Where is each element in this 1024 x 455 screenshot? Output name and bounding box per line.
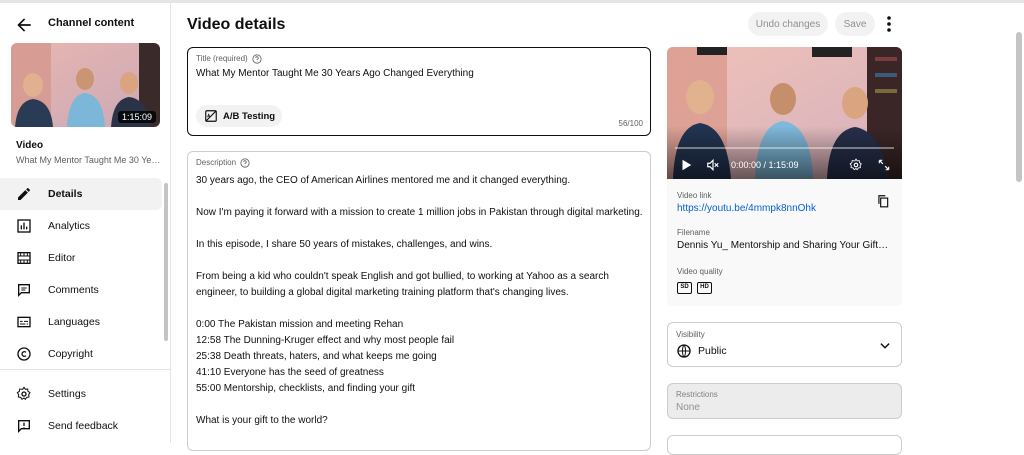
sidebar-item-label: Comments [48,284,99,296]
title-input[interactable]: What My Mentor Taught Me 30 Years Ago Ch… [196,68,474,79]
help-icon[interactable] [240,158,250,168]
restrictions-label: Restrictions [676,390,718,399]
visibility-value: Public [698,345,727,357]
more-options-icon[interactable] [882,14,896,34]
sidebar-item-label: Editor [48,252,76,264]
title-label-text: Title (required) [196,54,248,64]
back-arrow-icon[interactable] [14,15,34,35]
gear-icon [16,386,31,401]
copy-icon[interactable] [876,193,890,209]
sidebar-nav: Details Analytics Editor Comments Langua… [0,178,171,370]
hd-quality-badge: HD [697,282,712,294]
sidebar-item-label: Details [48,188,83,200]
feedback-icon [18,420,30,433]
editor-icon [17,252,31,264]
sidebar-item-label: Languages [48,316,100,328]
sidebar-item-editor[interactable]: Editor [0,242,162,274]
main-scrollbar[interactable] [1016,32,1022,182]
copyright-icon [17,347,31,361]
filename-label: Filename [677,228,710,237]
description-field[interactable]: Description 30 years ago, the CEO of Ame… [187,151,651,451]
sidebar-header: Channel content [0,13,171,37]
play-icon[interactable] [679,158,693,172]
pencil-icon [18,188,30,200]
sidebar-item-label: Settings [48,388,86,400]
thumbnail-duration: 1:15:09 [117,111,156,123]
sidebar-item-settings[interactable]: Settings [0,378,162,410]
sidebar-video-label: Video [16,140,44,151]
next-field-box[interactable] [667,435,902,455]
video-preview-card: 0:00:00 / 1:15:09 Video link https://you… [667,47,902,306]
restrictions-field: Restrictions None [667,383,902,419]
visibility-select[interactable]: Visibility Public [667,322,902,367]
sidebar-video-title: What My Mentor Taught Me 30 Years Ago Ch… [16,155,161,165]
filename-value: Dennis Yu_ Mentorship and Sharing Your G… [677,240,892,251]
sidebar-nav-bottom: Settings Send feedback [0,378,171,442]
sidebar-item-feedback[interactable]: Send feedback [0,410,162,442]
chevron-down-icon [880,343,890,349]
analytics-icon [17,219,31,233]
volume-icon[interactable] [705,158,721,172]
subtitles-icon [17,316,31,328]
video-thumbnail[interactable]: 1:15:09 [11,43,160,127]
ab-testing-label: A/B Testing [223,111,276,122]
sidebar-header-title: Channel content [48,17,135,29]
save-button[interactable]: Save [835,12,875,36]
title-field-label: Title (required) [196,54,262,64]
fullscreen-icon[interactable] [877,158,891,172]
sidebar-item-details[interactable]: Details [0,178,162,210]
undo-changes-button[interactable]: Undo changes [748,12,828,36]
globe-icon [677,344,691,358]
video-player[interactable]: 0:00:00 / 1:15:09 [667,47,902,179]
description-label-text: Description [196,158,237,168]
ab-testing-icon [205,110,217,122]
sidebar-item-copyright[interactable]: Copyright [0,338,162,370]
sidebar-item-label: Copyright [48,348,93,360]
sidebar-item-label: Analytics [48,220,91,232]
ab-testing-button[interactable]: A/B Testing [196,105,282,127]
sidebar-item-label: Send feedback [48,420,119,432]
sidebar-scrollbar[interactable] [164,183,168,341]
help-icon[interactable] [252,54,262,64]
sidebar-item-comments[interactable]: Comments [0,274,162,306]
video-link-label: Video link [677,191,712,200]
video-link[interactable]: https://youtu.be/4mmpk8nnOhk [677,203,816,214]
restrictions-value: None [676,402,700,413]
sidebar: Channel content 1:15:09 Video What My Me… [0,3,171,443]
sidebar-divider [0,369,170,370]
player-settings-icon[interactable] [849,158,863,172]
sidebar-item-analytics[interactable]: Analytics [0,210,162,242]
page-title: Video details [187,16,286,33]
title-char-count: 56/100 [618,119,643,128]
sd-quality-badge: SD [677,282,692,294]
title-field[interactable]: Title (required) What My Mentor Taught M… [187,47,651,136]
video-progress-bar[interactable] [675,147,894,149]
video-time: 0:00:00 / 1:15:09 [731,160,799,170]
sidebar-item-languages[interactable]: Languages [0,306,162,338]
description-field-label: Description [196,158,250,168]
video-quality-label: Video quality [677,267,723,276]
visibility-label: Visibility [676,330,705,339]
description-input[interactable]: 30 years ago, the CEO of American Airlin… [196,173,644,429]
comments-icon [18,284,30,297]
